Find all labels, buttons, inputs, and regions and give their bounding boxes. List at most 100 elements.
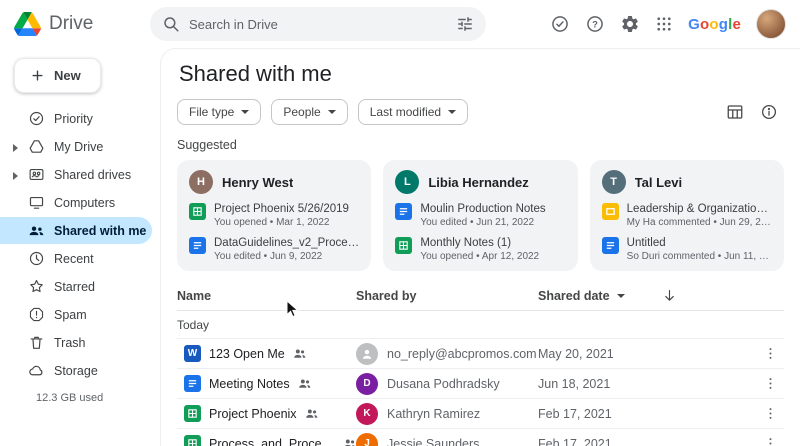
person-name: Henry West — [222, 175, 293, 190]
sidebar-item-priority[interactable]: Priority — [0, 105, 152, 132]
suggested-file[interactable]: DataGuidelines_v2_Process_and_Pr... You … — [189, 237, 359, 262]
file-meta: You edited • Jun 9, 2022 — [214, 251, 359, 262]
priority-icon — [28, 110, 45, 127]
shared-by-name: Jessie Saunders — [387, 437, 479, 446]
file-type-filter-chip[interactable]: File type — [177, 99, 261, 125]
storage-used-label: 12.3 GB used — [0, 392, 160, 404]
computers-icon — [28, 194, 45, 211]
person-avatar: H — [189, 170, 213, 194]
file-name: Process_and_Procedures — [209, 437, 335, 446]
drive-home-link[interactable]: Drive — [0, 12, 150, 36]
column-header-shared-date[interactable]: Shared date — [538, 289, 610, 303]
shared-people-icon — [305, 407, 318, 420]
shared-by-name: Kathryn Ramirez — [387, 407, 480, 421]
table-row[interactable]: Project Phoenix K Kathryn Ramirez Feb 17… — [177, 399, 784, 429]
suggested-file[interactable]: Project Phoenix 5/26/2019 You opened • M… — [189, 203, 359, 228]
file-name: Leadership & Organization Updates — [627, 203, 772, 215]
person-avatar: K — [356, 403, 378, 425]
docs-icon — [395, 203, 412, 220]
shared-drives-icon — [28, 166, 45, 183]
search-bar[interactable] — [150, 7, 486, 41]
svg-text:?: ? — [592, 19, 598, 29]
sidebar-item-spam[interactable]: Spam — [0, 301, 152, 328]
column-header-name[interactable]: Name — [177, 289, 356, 303]
sidebar-item-shared-with-me[interactable]: Shared with me — [0, 217, 152, 244]
more-options-icon[interactable] — [756, 376, 784, 391]
star-icon — [28, 278, 45, 295]
sidebar-item-computers[interactable]: Computers — [0, 189, 152, 216]
person-avatar: D — [356, 373, 378, 395]
help-icon[interactable]: ? — [585, 14, 605, 34]
person-name: Tal Levi — [635, 175, 682, 190]
shared-people-icon — [293, 347, 306, 360]
file-name: 123 Open Me — [209, 347, 285, 361]
file-name: Monthly Notes (1) — [420, 237, 565, 249]
suggested-card[interactable]: H Henry West Project Phoenix 5/26/2019 Y… — [177, 160, 371, 271]
suggested-file[interactable]: Untitled So Duri commented • Jun 11, 202… — [602, 237, 772, 262]
account-avatar[interactable] — [756, 9, 786, 39]
suggested-label: Suggested — [177, 138, 784, 152]
sidebar-item-shared-drives[interactable]: Shared drives — [0, 161, 152, 188]
more-options-icon[interactable] — [756, 436, 784, 446]
sidebar-item-my-drive[interactable]: My Drive — [0, 133, 152, 160]
more-options-icon[interactable] — [756, 406, 784, 421]
file-meta: You opened • Mar 1, 2022 — [214, 217, 359, 228]
suggested-cards: H Henry West Project Phoenix 5/26/2019 Y… — [177, 160, 784, 271]
expand-arrow-icon[interactable] — [11, 171, 19, 179]
expand-arrow-icon[interactable] — [11, 143, 19, 151]
sort-direction-icon[interactable] — [662, 288, 677, 303]
more-options-icon[interactable] — [756, 346, 784, 361]
shared-date: Jun 18, 2021 — [538, 377, 756, 391]
suggested-file[interactable]: Leadership & Organization Updates My Ha … — [602, 203, 772, 228]
file-name: Untitled — [627, 237, 772, 249]
settings-gear-icon[interactable] — [620, 14, 640, 34]
search-icon[interactable] — [162, 15, 180, 33]
chevron-down-icon — [617, 294, 625, 298]
table-row[interactable]: W 123 Open Me no_reply@abcpromos.com May… — [177, 339, 784, 369]
topbar-actions: ? G o o g l e — [550, 9, 800, 39]
page-title: Shared with me — [179, 61, 784, 87]
suggested-file[interactable]: Moulin Production Notes You edited • Jun… — [395, 203, 565, 228]
suggested-card[interactable]: L Libia Hernandez Moulin Production Note… — [383, 160, 577, 271]
topbar: Drive ? — [0, 0, 800, 48]
person-avatar: L — [395, 170, 419, 194]
new-button[interactable]: New — [14, 58, 101, 93]
people-filter-chip[interactable]: People — [271, 99, 347, 125]
file-meta: You opened • Apr 12, 2022 — [420, 251, 565, 262]
person-avatar: J — [356, 433, 378, 446]
docs-icon — [189, 237, 206, 254]
sidebar-item-trash[interactable]: Trash — [0, 329, 152, 356]
column-header-shared-by[interactable]: Shared by — [356, 289, 538, 303]
main-content: Shared with me File type People Last mod… — [160, 48, 800, 446]
sidebar-item-storage[interactable]: Storage — [0, 357, 152, 384]
default-avatar — [356, 343, 378, 365]
offline-status-icon[interactable] — [550, 14, 570, 34]
search-input[interactable] — [189, 17, 447, 32]
drive-logo-icon — [14, 12, 41, 36]
info-icon[interactable] — [760, 103, 778, 121]
table-row[interactable]: Meeting Notes D Dusana Podhradsky Jun 18… — [177, 369, 784, 399]
grid-view-icon[interactable] — [726, 103, 744, 121]
person-name: Libia Hernandez — [428, 175, 528, 190]
app-title: Drive — [49, 13, 93, 35]
sidebar-item-starred[interactable]: Starred — [0, 273, 152, 300]
word-doc-icon: W — [184, 345, 201, 362]
file-meta: You edited • Jun 21, 2022 — [420, 217, 565, 228]
suggested-file[interactable]: Monthly Notes (1) You opened • Apr 12, 2… — [395, 237, 565, 262]
shared-people-icon — [298, 377, 311, 390]
suggested-card[interactable]: T Tal Levi Leadership & Organization Upd… — [590, 160, 784, 271]
person-avatar: T — [602, 170, 626, 194]
file-name: Meeting Notes — [209, 377, 290, 391]
chevron-down-icon — [448, 110, 456, 114]
sheets-icon — [395, 237, 412, 254]
table-row[interactable]: Process_and_Procedures J Jessie Saunders… — [177, 429, 784, 446]
shared-by-name: no_reply@abcpromos.com — [387, 347, 537, 361]
last-modified-filter-chip[interactable]: Last modified — [358, 99, 468, 125]
search-options-icon[interactable] — [456, 15, 474, 33]
spam-icon — [28, 306, 45, 323]
slides-icon — [602, 203, 619, 220]
sheets-icon — [184, 405, 201, 422]
sidebar-item-recent[interactable]: Recent — [0, 245, 152, 272]
apps-grid-icon[interactable] — [655, 15, 673, 33]
filter-chips-row: File type People Last modified — [177, 99, 784, 125]
